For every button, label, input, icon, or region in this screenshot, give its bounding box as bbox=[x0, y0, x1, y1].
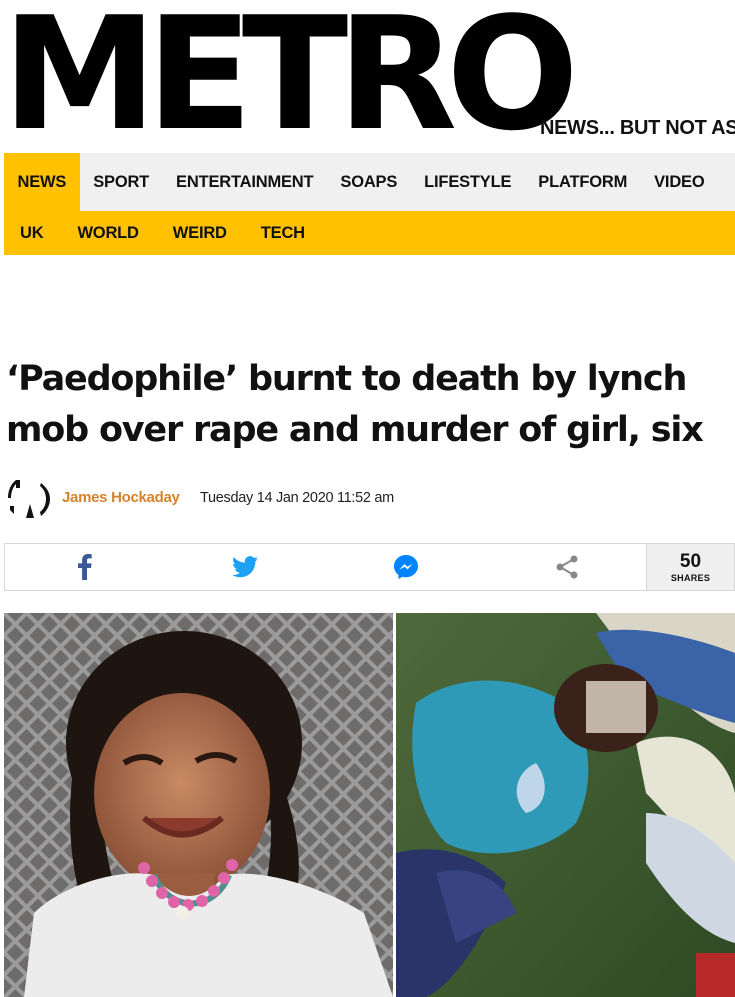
share-icon bbox=[556, 555, 578, 579]
nav-item-video[interactable]: VIDEO bbox=[641, 153, 718, 211]
share-bar: 50 SHARES bbox=[4, 543, 735, 591]
nav-item-lifestyle[interactable]: LIFESTYLE bbox=[411, 153, 525, 211]
photo-girl[interactable] bbox=[4, 613, 393, 997]
tagline: NEWS... BUT NOT AS bbox=[540, 117, 735, 139]
share-count-number: 50 bbox=[679, 551, 702, 572]
facebook-icon bbox=[78, 554, 92, 580]
subnav-item-weird[interactable]: WEIRD bbox=[156, 224, 244, 243]
masthead: METRO NEWS... BUT NOT AS bbox=[0, 0, 735, 152]
author-name-link[interactable]: James Hockaday bbox=[62, 489, 180, 506]
photo-scene[interactable] bbox=[396, 613, 735, 997]
metro-logo[interactable]: METRO bbox=[2, 0, 579, 152]
facebook-share-button[interactable] bbox=[45, 544, 125, 590]
share-count: 50 SHARES bbox=[646, 544, 734, 590]
nav-item-news[interactable]: NEWS bbox=[4, 153, 80, 211]
twitter-icon bbox=[232, 556, 258, 578]
byline: James Hockaday Tuesday 14 Jan 2020 11:52… bbox=[6, 474, 726, 522]
primary-nav: NEWS SPORT ENTERTAINMENT SOAPS LIFESTYLE… bbox=[4, 153, 735, 211]
share-count-label: SHARES bbox=[670, 573, 711, 583]
publish-date: Tuesday 14 Jan 2020 11:52 am bbox=[200, 490, 394, 506]
article-headline: ‘Paedophile’ burnt to death by lynch mob… bbox=[6, 359, 704, 450]
generic-share-button[interactable] bbox=[527, 544, 607, 590]
nav-item-soaps[interactable]: SOAPS bbox=[327, 153, 411, 211]
subnav-item-tech[interactable]: TECH bbox=[244, 224, 322, 243]
messenger-share-button[interactable] bbox=[366, 544, 446, 590]
subnav-item-uk[interactable]: UK bbox=[4, 224, 60, 243]
author-avatar[interactable] bbox=[6, 474, 54, 522]
subnav-item-world[interactable]: WORLD bbox=[60, 224, 155, 243]
nav-item-sport[interactable]: SPORT bbox=[80, 153, 163, 211]
nav-item-entertainment[interactable]: ENTERTAINMENT bbox=[163, 153, 327, 211]
nav-item-platform[interactable]: PLATFORM bbox=[525, 153, 641, 211]
twitter-share-button[interactable] bbox=[205, 544, 285, 590]
messenger-icon bbox=[394, 555, 418, 579]
secondary-nav: UK WORLD WEIRD TECH bbox=[4, 211, 735, 255]
